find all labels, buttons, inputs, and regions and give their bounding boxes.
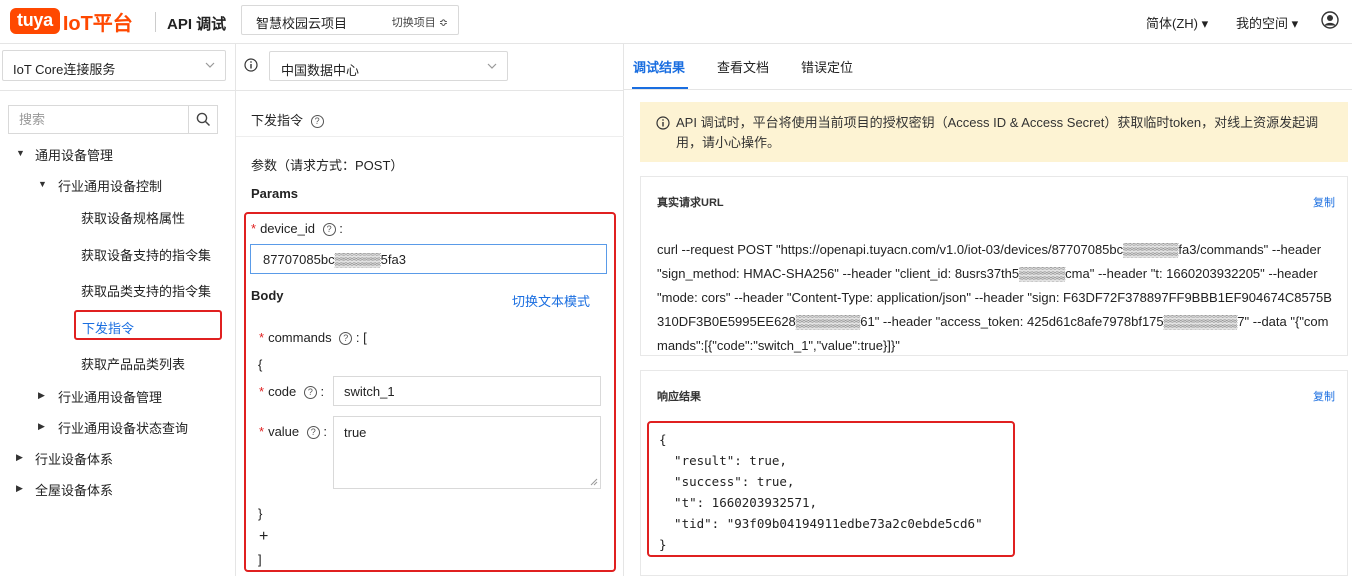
response-title: 响应结果 [657, 391, 701, 403]
caret-down-icon[interactable]: ▼ [38, 179, 47, 189]
divider [236, 136, 624, 137]
api-title: 下发指令 ? [251, 110, 324, 129]
notice-banner: API 调试时，平台将使用当前项目的授权密钥（Access ID & Acces… [640, 102, 1348, 162]
divider [155, 12, 156, 32]
api-search [8, 105, 218, 134]
curl-command: curl --request POST "https://openapi.tuy… [657, 242, 1332, 353]
body-heading: Body [251, 288, 284, 303]
response-highlight-box: { "result": true, "success": true, "t": … [647, 421, 1015, 557]
caret-right-icon[interactable]: ▶ [38, 421, 45, 432]
help-icon[interactable]: ? [339, 332, 353, 346]
chevron-down-icon [487, 63, 497, 69]
help-icon[interactable]: ? [310, 115, 324, 129]
params-heading: Params [251, 186, 298, 201]
add-item-button[interactable]: + [259, 528, 268, 546]
api-title-text: 下发指令 [251, 113, 304, 128]
caret-down-icon[interactable]: ▼ [16, 148, 25, 158]
service-select-value: IoT Core连接服务 [13, 62, 116, 77]
response-json: { "result": true, "success": true, "t": … [659, 429, 983, 555]
response-card: 响应结果 复制 { "result": true, "success": tru… [640, 370, 1348, 576]
tree-item-get-device-commands[interactable]: 获取设备支持的指令集 [81, 245, 211, 264]
response-line: "result": true, [659, 453, 787, 468]
value-textarea[interactable]: true [333, 416, 601, 489]
response-line: { [659, 432, 667, 447]
tab-error-locate[interactable]: 错误定位 [801, 57, 853, 76]
code-label: * code ? : [259, 384, 325, 400]
logo-badge: tuya [10, 8, 60, 34]
tree-item-get-product-categories[interactable]: 获取产品品类列表 [81, 354, 185, 373]
close-brace: } [258, 506, 263, 521]
tree-item-whole-house-system[interactable]: 全屋设备体系 [35, 480, 113, 499]
language-menu[interactable]: 简体(ZH) ▾ [1146, 13, 1208, 32]
project-selector[interactable]: 智慧校园云项目 切换项目 ≎ [241, 5, 459, 35]
datacenter-select[interactable]: 中国数据中心 [269, 51, 508, 81]
params-method-label: 参数（请求方式：POST） [251, 158, 404, 173]
open-brace: { [258, 357, 263, 372]
switch-text-mode-link[interactable]: 切换文本模式 [512, 291, 590, 310]
response-line: "success": true, [659, 474, 795, 489]
chevron-down-icon [205, 62, 215, 68]
close-bracket: ] [258, 552, 262, 567]
user-avatar-icon[interactable] [1321, 11, 1339, 29]
caret-right-icon[interactable]: ▶ [16, 483, 23, 494]
help-icon[interactable]: ? [306, 426, 320, 440]
request-url-title: 真实请求URL [657, 197, 724, 209]
search-button[interactable] [188, 106, 217, 133]
switch-project-button[interactable]: 切换项目 ≎ [392, 14, 448, 30]
divider [0, 90, 236, 91]
caret-right-icon[interactable]: ▶ [16, 452, 23, 463]
code-value: switch_1 [344, 384, 395, 399]
request-params-panel: 中国数据中心 下发指令 ? 参数（请求方式：POST） Params * devi… [236, 44, 624, 576]
response-line: "tid": "93f09b04194911edbe73a2c0ebde5cd6… [659, 516, 983, 531]
tree-item-industry-device-status[interactable]: 行业通用设备状态查询 [58, 418, 188, 437]
api-tree-panel: IoT Core连接服务 ▼ 通用设备管理 ▼ 行业通用设备控制 获取设备规格属… [0, 44, 236, 576]
project-name: 智慧校园云项目 [256, 16, 348, 31]
value-label: * value ? : [259, 424, 327, 440]
my-space-menu[interactable]: 我的空间 ▾ [1236, 13, 1298, 32]
info-icon [656, 116, 670, 130]
tree-item-get-spec[interactable]: 获取设备规格属性 [81, 208, 185, 227]
tab-debug-result[interactable]: 调试结果 [633, 57, 685, 76]
datacenter-value: 中国数据中心 [281, 63, 360, 78]
device-id-label: * device_id ? : [251, 221, 343, 237]
tab-view-docs[interactable]: 查看文档 [717, 57, 769, 76]
divider [624, 89, 1352, 90]
device-id-input[interactable]: 87707085bc▒▒▒▒▒5fa3 [250, 244, 607, 274]
caret-right-icon[interactable]: ▶ [38, 390, 45, 401]
tree-item-industry-device-control[interactable]: 行业通用设备控制 [58, 176, 162, 195]
tree-item-send-commands[interactable]: 下发指令 [74, 310, 222, 340]
tuya-logo[interactable]: tuya IoT平台 [10, 8, 133, 35]
divider [236, 90, 624, 91]
service-select[interactable]: IoT Core连接服务 [2, 50, 226, 81]
commands-label: * commands ? : [ [259, 330, 367, 346]
search-icon [196, 112, 211, 127]
help-icon[interactable]: ? [322, 223, 336, 237]
info-icon[interactable] [244, 58, 258, 72]
notice-text: API 调试时，平台将使用当前项目的授权密钥（Access ID & Acces… [676, 115, 1319, 150]
tree-item-label: 下发指令 [82, 321, 135, 336]
tree-item-get-category-commands[interactable]: 获取品类支持的指令集 [81, 281, 211, 300]
top-bar: tuya IoT平台 API 调试 智慧校园云项目 切换项目 ≎ 简体(ZH) … [0, 0, 1352, 44]
resize-handle-icon[interactable] [590, 478, 598, 486]
request-url-card: 真实请求URL 复制 curl --request POST "https://… [640, 176, 1348, 356]
code-input[interactable]: switch_1 [333, 376, 601, 406]
search-input[interactable] [9, 106, 189, 133]
page-title: API 调试 [167, 16, 227, 33]
tree-item-general-device-mgmt[interactable]: 通用设备管理 [35, 145, 113, 164]
result-panel: 调试结果 查看文档 错误定位 API 调试时，平台将使用当前项目的授权密钥（Ac… [624, 44, 1352, 576]
value-text: true [344, 425, 367, 440]
response-line: "t": 1660203932571, [659, 495, 818, 510]
help-icon[interactable]: ? [303, 386, 317, 400]
device-id-value: 87707085bc▒▒▒▒▒5fa3 [263, 252, 406, 267]
tree-item-industry-device-mgmt[interactable]: 行业通用设备管理 [58, 387, 162, 406]
copy-url-button[interactable]: 复制 [1313, 194, 1335, 210]
response-line: } [659, 537, 667, 552]
logo-text: IoT平台 [62, 12, 133, 35]
copy-response-button[interactable]: 复制 [1313, 388, 1335, 404]
tree-item-industry-device-system[interactable]: 行业设备体系 [35, 449, 113, 468]
